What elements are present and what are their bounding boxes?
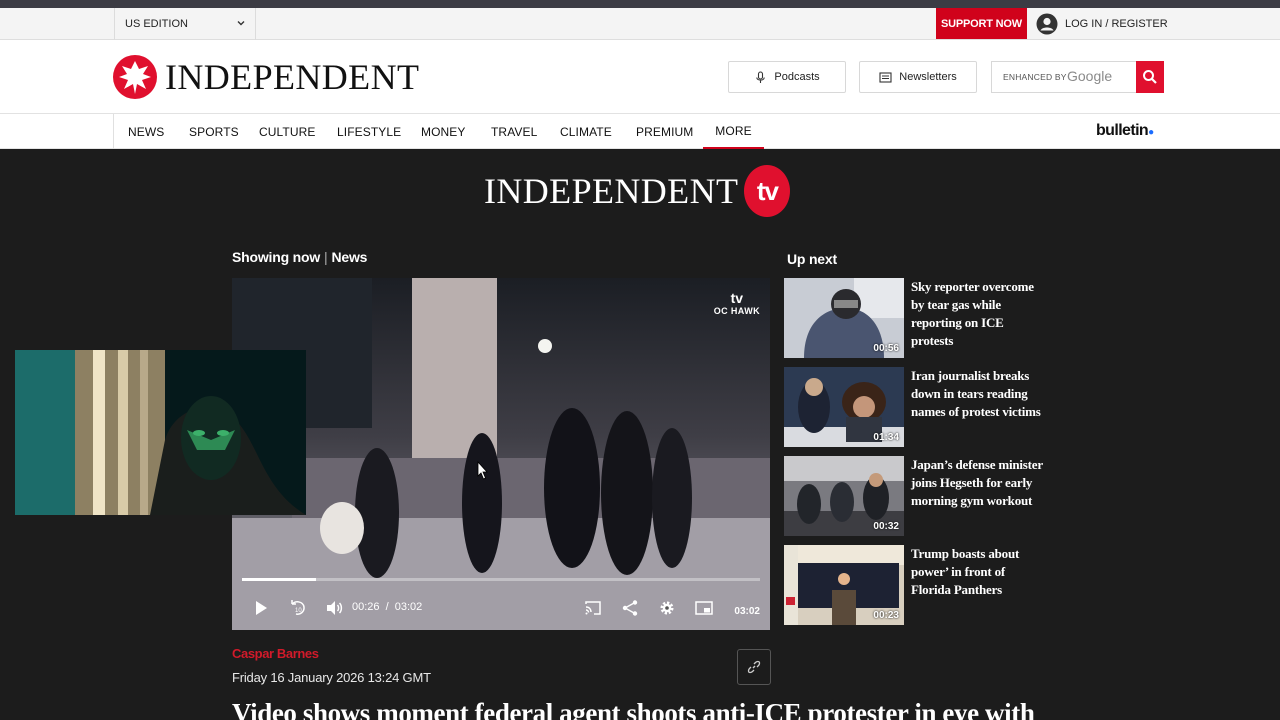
thumbnail-duration: 00:56 <box>873 343 899 354</box>
copy-link-button[interactable] <box>737 649 771 685</box>
time-separator: / <box>385 601 389 613</box>
rewind-10-icon: 10 <box>291 600 305 615</box>
login-register-link[interactable]: LOG IN / REGISTER <box>1036 8 1168 39</box>
nav-item-climate[interactable]: CLIMATE <box>560 114 612 149</box>
up-next-card-title[interactable]: Trump boasts about power’ in front of Fl… <box>911 545 1043 599</box>
video-watermark: tv OC HAWK <box>714 290 760 316</box>
nav-divider <box>113 114 114 149</box>
podcasts-label: Podcasts <box>774 71 820 83</box>
support-now-button[interactable]: SUPPORT NOW <box>936 8 1027 39</box>
total-time: 03:02 <box>394 601 423 613</box>
newsletters-label: Newsletters <box>899 71 957 83</box>
webcam-image <box>15 350 306 515</box>
nav-item-lifestyle[interactable]: LIFESTYLE <box>337 114 401 149</box>
nav-item-sports[interactable]: SPORTS <box>189 114 239 149</box>
eagle-logo-icon <box>113 55 157 99</box>
rewind-10-button[interactable]: 10 <box>288 598 308 618</box>
cast-button[interactable] <box>583 598 603 618</box>
thumbnail-duration: 00:32 <box>873 521 899 532</box>
up-next-card[interactable]: 00:56 Sky reporter overcome by tear gas … <box>784 278 1040 358</box>
newsletter-icon <box>879 71 892 83</box>
up-next-card[interactable]: 00:23 Trump boasts about power’ in front… <box>784 545 1040 625</box>
showing-prefix: Showing now <box>232 249 321 265</box>
settings-button[interactable] <box>657 598 677 618</box>
link-icon <box>747 660 761 674</box>
article-date: Friday 16 January 2026 13:24 GMT <box>232 670 431 685</box>
picture-in-picture-button[interactable] <box>694 598 714 618</box>
svg-text:10: 10 <box>295 608 302 614</box>
browser-top-strip <box>0 0 1280 8</box>
showing-separator: | <box>324 249 328 265</box>
share-button[interactable] <box>620 598 640 618</box>
volume-button[interactable] <box>324 598 344 618</box>
user-account-icon <box>1036 13 1058 34</box>
watermark-source: OC HAWK <box>713 306 760 316</box>
bulletin-label: bulletin <box>1096 122 1149 139</box>
time-display: 00:26 / 03:02 <box>352 601 422 613</box>
search-box: ENHANCED BY Google <box>991 61 1164 93</box>
up-next-card-title[interactable]: Sky reporter overcome by tear gas while … <box>911 278 1043 350</box>
cast-icon <box>585 601 601 615</box>
mouse-cursor-icon <box>477 461 488 480</box>
newsletters-button[interactable]: Newsletters <box>859 61 977 93</box>
article-headline: Video shows moment federal agent shoots … <box>232 698 1035 720</box>
duration-badge: 03:02 <box>734 606 760 617</box>
google-label: Google <box>1067 68 1113 84</box>
volume-icon <box>327 601 343 615</box>
play-button[interactable] <box>251 598 271 618</box>
watermark-logo: tv <box>730 290 744 306</box>
nav-item-culture[interactable]: CULTURE <box>259 114 315 149</box>
logo-wordmark: INDEPENDENT <box>165 57 420 97</box>
video-player[interactable]: tv OC HAWK 10 00:26 / 03:02 03:02 <box>232 278 770 630</box>
up-next-card-title[interactable]: Iran journalist breaks down in tears rea… <box>911 367 1043 421</box>
nav-item-money[interactable]: MONEY <box>421 114 466 149</box>
search-icon <box>1143 70 1157 84</box>
progress-fill <box>242 578 317 581</box>
masthead: INDEPENDENT Podcasts Newsletters ENHANCE… <box>0 40 1280 114</box>
independent-logo[interactable]: INDEPENDENT <box>113 52 419 102</box>
nav-item-travel[interactable]: TRAVEL <box>491 114 537 149</box>
video-thumbnail[interactable]: 01:34 <box>784 367 904 447</box>
bulletin-logo[interactable]: bulletin● <box>1096 122 1154 140</box>
tv-badge: tv <box>744 165 791 217</box>
nav-item-more[interactable]: MORE <box>703 114 764 149</box>
up-next-card-title[interactable]: Japan’s defense minister joins Hegseth f… <box>911 456 1043 510</box>
article-author[interactable]: Caspar Barnes <box>232 646 319 661</box>
up-next-card[interactable]: 00:32 Japan’s defense minister joins Heg… <box>784 456 1043 536</box>
showing-now-label: Showing now | News <box>232 249 367 265</box>
showing-section[interactable]: News <box>331 249 367 265</box>
chevron-down-icon <box>237 21 245 26</box>
podcasts-button[interactable]: Podcasts <box>728 61 846 93</box>
video-controls: 10 00:26 / 03:02 03:02 <box>232 592 770 624</box>
thumbnail-duration: 01:34 <box>873 432 899 443</box>
microphone-icon <box>756 70 766 83</box>
up-next-card[interactable]: 01:34 Iran journalist breaks down in tea… <box>784 367 1043 447</box>
webcam-overlay <box>15 350 306 515</box>
share-icon <box>622 600 638 616</box>
up-next-title: Up next <box>787 251 837 267</box>
gear-icon <box>660 601 674 615</box>
nav-item-premium[interactable]: PREMIUM <box>636 114 693 149</box>
tv-logo-wordmark: INDEPENDENT <box>484 171 739 211</box>
main-nav: NEWS SPORTS CULTURE LIFESTYLE MONEY TRAV… <box>0 114 1280 149</box>
progress-bar[interactable] <box>242 578 760 581</box>
nav-item-news[interactable]: NEWS <box>128 114 164 149</box>
login-label: LOG IN / REGISTER <box>1065 17 1168 30</box>
utility-bar: US EDITION SUPPORT NOW LOG IN / REGISTER <box>0 8 1280 40</box>
video-thumbnail[interactable]: 00:23 <box>784 545 904 625</box>
video-thumbnail[interactable]: 00:56 <box>784 278 904 358</box>
search-button[interactable] <box>1136 61 1164 93</box>
bulletin-dot-icon: ● <box>1148 127 1154 138</box>
play-icon <box>256 601 267 615</box>
edition-selector[interactable]: US EDITION <box>114 8 256 40</box>
current-time: 00:26 <box>352 601 380 613</box>
thumbnail-duration: 00:23 <box>873 610 899 621</box>
picture-in-picture-icon <box>695 601 713 615</box>
edition-label: US EDITION <box>125 18 188 30</box>
independent-tv-logo[interactable]: INDEPENDENT tv <box>484 165 791 217</box>
enhanced-by-label: ENHANCED BY <box>1003 72 1067 82</box>
video-thumbnail[interactable]: 00:32 <box>784 456 904 536</box>
